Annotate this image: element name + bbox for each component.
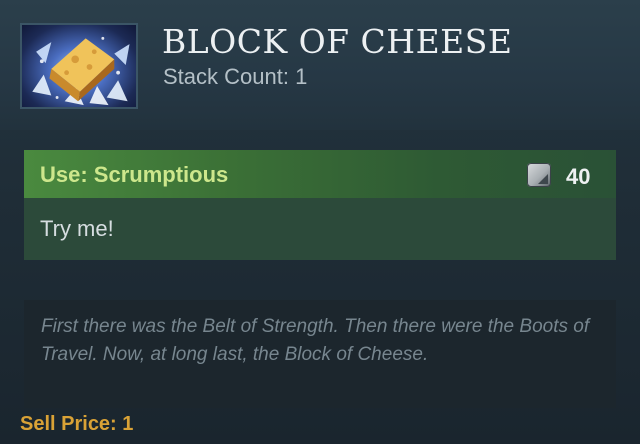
- item-tooltip: BLOCK OF CHEESE Stack Count: 1 Use: Scru…: [0, 0, 640, 444]
- lore-box: First there was the Belt of Strength. Th…: [24, 300, 616, 408]
- item-title: BLOCK OF CHEESE: [162, 22, 513, 61]
- block-of-cheese-icon: [20, 23, 138, 109]
- ability-name: Use: Scrumptious: [40, 162, 229, 187]
- ability-section: Use: Scrumptious 40 Try me!: [24, 150, 616, 260]
- lore-text: First there was the Belt of Strength. Th…: [41, 316, 590, 365]
- sell-price: Sell Price: 1: [20, 413, 134, 435]
- tooltip-header: BLOCK OF CHEESE Stack Count: 1: [0, 0, 640, 130]
- charge-stone-icon: [527, 163, 551, 187]
- ability-description: Try me!: [40, 216, 114, 241]
- stack-count: Stack Count: 1: [163, 64, 308, 89]
- ability-header: Use: Scrumptious 40: [24, 150, 616, 198]
- charge-count: 40: [566, 164, 591, 189]
